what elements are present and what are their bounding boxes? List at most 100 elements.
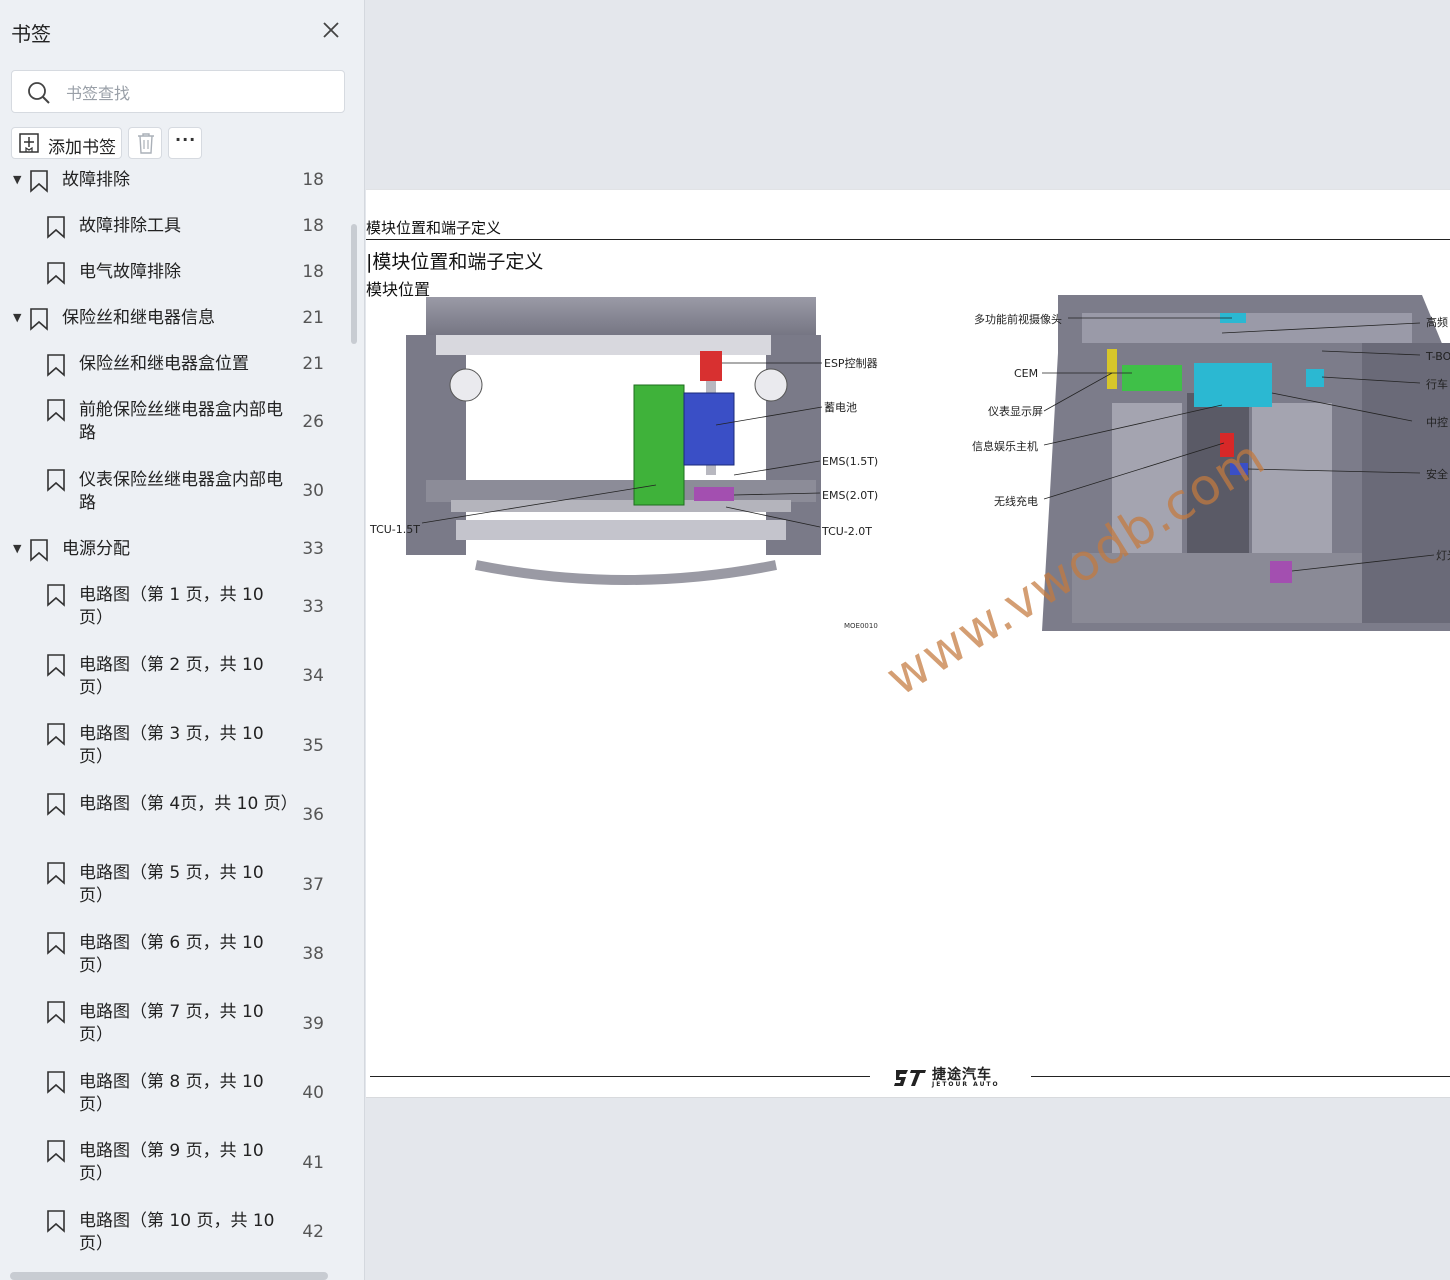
search-icon bbox=[28, 82, 50, 104]
bookmark-page-number: 42 bbox=[302, 1222, 324, 1243]
bookmark-item[interactable]: 电路图（第 10 页，共 10 页） 42 bbox=[0, 1199, 350, 1269]
bookmark-item[interactable]: 电气故障排除 18 bbox=[0, 250, 350, 296]
vertical-scrollbar[interactable] bbox=[351, 224, 357, 344]
bookmark-page-number: 33 bbox=[302, 539, 324, 559]
delete-bookmark-button[interactable] bbox=[128, 127, 162, 159]
bookmark-item[interactable]: 电路图（第 5 页，共 10 页） 37 bbox=[0, 851, 350, 921]
add-bookmark-button[interactable]: 添加书签 bbox=[11, 127, 122, 159]
bookmark-icon bbox=[47, 653, 65, 677]
bookmark-page-number: 18 bbox=[302, 262, 324, 282]
bookmark-page-number: 34 bbox=[302, 666, 324, 687]
expand-arrow-icon[interactable]: ▼ bbox=[13, 173, 21, 186]
light-module bbox=[1270, 561, 1292, 583]
bookmark-label: 电路图（第 6 页，共 10 页） bbox=[79, 932, 264, 976]
bookmark-label: 保险丝和继电器信息 bbox=[62, 308, 215, 328]
footer-rule-right bbox=[1031, 1076, 1450, 1077]
callout-tcu-20: TCU-2.0T bbox=[821, 525, 872, 538]
bookmark-icon bbox=[47, 862, 65, 885]
bookmark-item[interactable]: 电路图（第 8 页，共 10 页） 40 bbox=[0, 1060, 350, 1130]
page-title: |模块位置和端子定义 bbox=[366, 251, 544, 273]
bookmark-label: 电路图（第 1 页，共 10 页） bbox=[79, 585, 264, 628]
logo-text-en: JETOUR AUTO bbox=[932, 1081, 1000, 1088]
bookmark-item[interactable]: ▼ 电源分配 33 bbox=[0, 527, 350, 573]
running-header: 模块位置和端子定义 bbox=[366, 219, 502, 237]
bookmark-page-number: 36 bbox=[302, 805, 324, 826]
bookmark-label: 仪表保险丝继电器盒内部电路 bbox=[79, 469, 283, 513]
bookmark-item[interactable]: 电路图（第 1 页，共 10 页） 33 bbox=[0, 573, 350, 643]
bookmark-item[interactable]: 电路图（第 7 页，共 10 页） 39 bbox=[0, 990, 350, 1060]
bookmark-list: ▼ 故障排除 18 故障排除工具 18 电气故障排除 18 ▼ 保险丝和继电器信息 21 保险丝和继… bbox=[0, 168, 350, 1280]
bookmark-label: 电路图（第 10 页，共 10 页） bbox=[79, 1210, 275, 1254]
trash-icon bbox=[138, 133, 154, 154]
bookmark-icon bbox=[47, 399, 65, 422]
bookmark-item[interactable]: 故障排除工具 18 bbox=[0, 204, 350, 250]
bookmark-page-number: 37 bbox=[302, 874, 324, 895]
cem-module bbox=[1122, 365, 1182, 391]
panel-title: 书签 bbox=[11, 22, 51, 46]
bookmark-icon bbox=[47, 216, 65, 239]
document-page: 模块位置和端子定义 |模块位置和端子定义 模块位置 ESP控制器 蓄电池 EMS… bbox=[366, 189, 1450, 1098]
bookmark-label: 电路图（第 8 页，共 10 页） bbox=[79, 1071, 264, 1115]
search-input[interactable] bbox=[64, 77, 338, 109]
bookmark-item[interactable]: 电路图（第 6 页，共 10 页） 38 bbox=[0, 921, 350, 991]
bookmark-label: 电路图（第 4页，共 10 页） bbox=[79, 793, 298, 814]
callout-r1: 高频 bbox=[1426, 315, 1448, 329]
bookmark-page-number: 39 bbox=[302, 1013, 324, 1034]
bookmark-page-number: 38 bbox=[302, 944, 324, 965]
callout-cem: CEM bbox=[1014, 367, 1038, 380]
more-options-button[interactable]: ··· bbox=[168, 127, 202, 159]
engine-bay-figure: ESP控制器 蓄电池 EMS(1.5T) EMS(2.0T) TCU-1.5T … bbox=[369, 297, 878, 630]
bookmark-item[interactable]: 电路图（第 3 页，共 10 页） 35 bbox=[0, 712, 350, 782]
bookmark-label: 电气故障排除 bbox=[79, 262, 181, 282]
bookmark-item[interactable]: 电路图（第 2 页，共 10 页） 34 bbox=[0, 643, 350, 713]
callout-camera: 多功能前视摄像头 bbox=[974, 312, 1062, 326]
callout-wireless: 无线充电 bbox=[994, 494, 1038, 508]
bookmark-label: 故障排除 bbox=[62, 170, 130, 190]
infotainment-module bbox=[1194, 363, 1272, 407]
bookmark-icon bbox=[47, 1070, 65, 1094]
bookmark-item[interactable]: 前舱保险丝继电器盒内部电路 26 bbox=[0, 388, 350, 458]
bookmark-label: 电路图（第 7 页，共 10 页） bbox=[79, 1002, 264, 1045]
ems-module bbox=[694, 487, 734, 501]
bookmark-icon bbox=[47, 931, 65, 955]
bookmark-page-number: 33 bbox=[302, 596, 324, 617]
bookmark-icon bbox=[47, 262, 65, 285]
bookmark-icon bbox=[47, 584, 65, 607]
bookmark-icon bbox=[47, 1001, 65, 1024]
bookmark-label: 故障排除工具 bbox=[79, 216, 181, 236]
jetour-logo: 捷途汽车 JETOUR AUTO bbox=[894, 1064, 1014, 1090]
callout-infotainment: 信息娱乐主机 bbox=[972, 439, 1038, 453]
horizontal-scrollbar[interactable] bbox=[10, 1272, 328, 1280]
expand-arrow-icon[interactable]: ▼ bbox=[13, 542, 21, 555]
figure-code: MOE0010 bbox=[844, 622, 878, 630]
bookmark-page-number: 21 bbox=[302, 308, 324, 328]
bookmark-item[interactable]: ▼ 故障排除 18 bbox=[0, 168, 350, 204]
bookmark-page-number: 21 bbox=[302, 354, 324, 374]
callout-r2: T-BO bbox=[1425, 350, 1450, 363]
callout-battery: 蓄电池 bbox=[824, 401, 857, 414]
bookmark-item[interactable]: 电路图（第 9 页，共 10 页） 41 bbox=[0, 1129, 350, 1199]
footer-rule-left bbox=[370, 1076, 870, 1077]
bookmark-icon bbox=[47, 1209, 65, 1233]
esp-module bbox=[700, 351, 722, 381]
bookmark-page-number: 26 bbox=[302, 411, 324, 432]
bookmark-item[interactable]: 电路图（第 4页，共 10 页） 36 bbox=[0, 782, 350, 852]
cluster-module bbox=[1107, 349, 1117, 389]
bookmark-label: 电源分配 bbox=[62, 539, 130, 559]
callout-cluster: 仪表显示屏 bbox=[988, 404, 1043, 418]
bookmark-page-number: 41 bbox=[302, 1152, 324, 1173]
bookmark-item[interactable]: 保险丝和继电器盒位置 21 bbox=[0, 342, 350, 388]
bookmark-icon bbox=[30, 308, 48, 331]
add-bookmark-icon bbox=[19, 133, 39, 153]
bookmark-icon bbox=[47, 354, 65, 377]
bookmark-item[interactable]: ▼ 保险丝和继电器信息 21 bbox=[0, 296, 350, 342]
bookmark-page-number: 35 bbox=[302, 735, 324, 756]
bookmark-icon bbox=[47, 723, 65, 746]
callout-ems-15: EMS(1.5T) bbox=[822, 455, 878, 468]
bookmark-item[interactable]: 仪表保险丝继电器盒内部电路 30 bbox=[0, 458, 350, 528]
bookmark-label: 前舱保险丝继电器盒内部电路 bbox=[79, 400, 283, 443]
controller-module bbox=[1306, 369, 1324, 387]
expand-arrow-icon[interactable]: ▼ bbox=[13, 311, 21, 324]
bookmark-label: 电路图（第 9 页，共 10 页） bbox=[79, 1141, 264, 1184]
close-icon[interactable] bbox=[317, 16, 345, 44]
